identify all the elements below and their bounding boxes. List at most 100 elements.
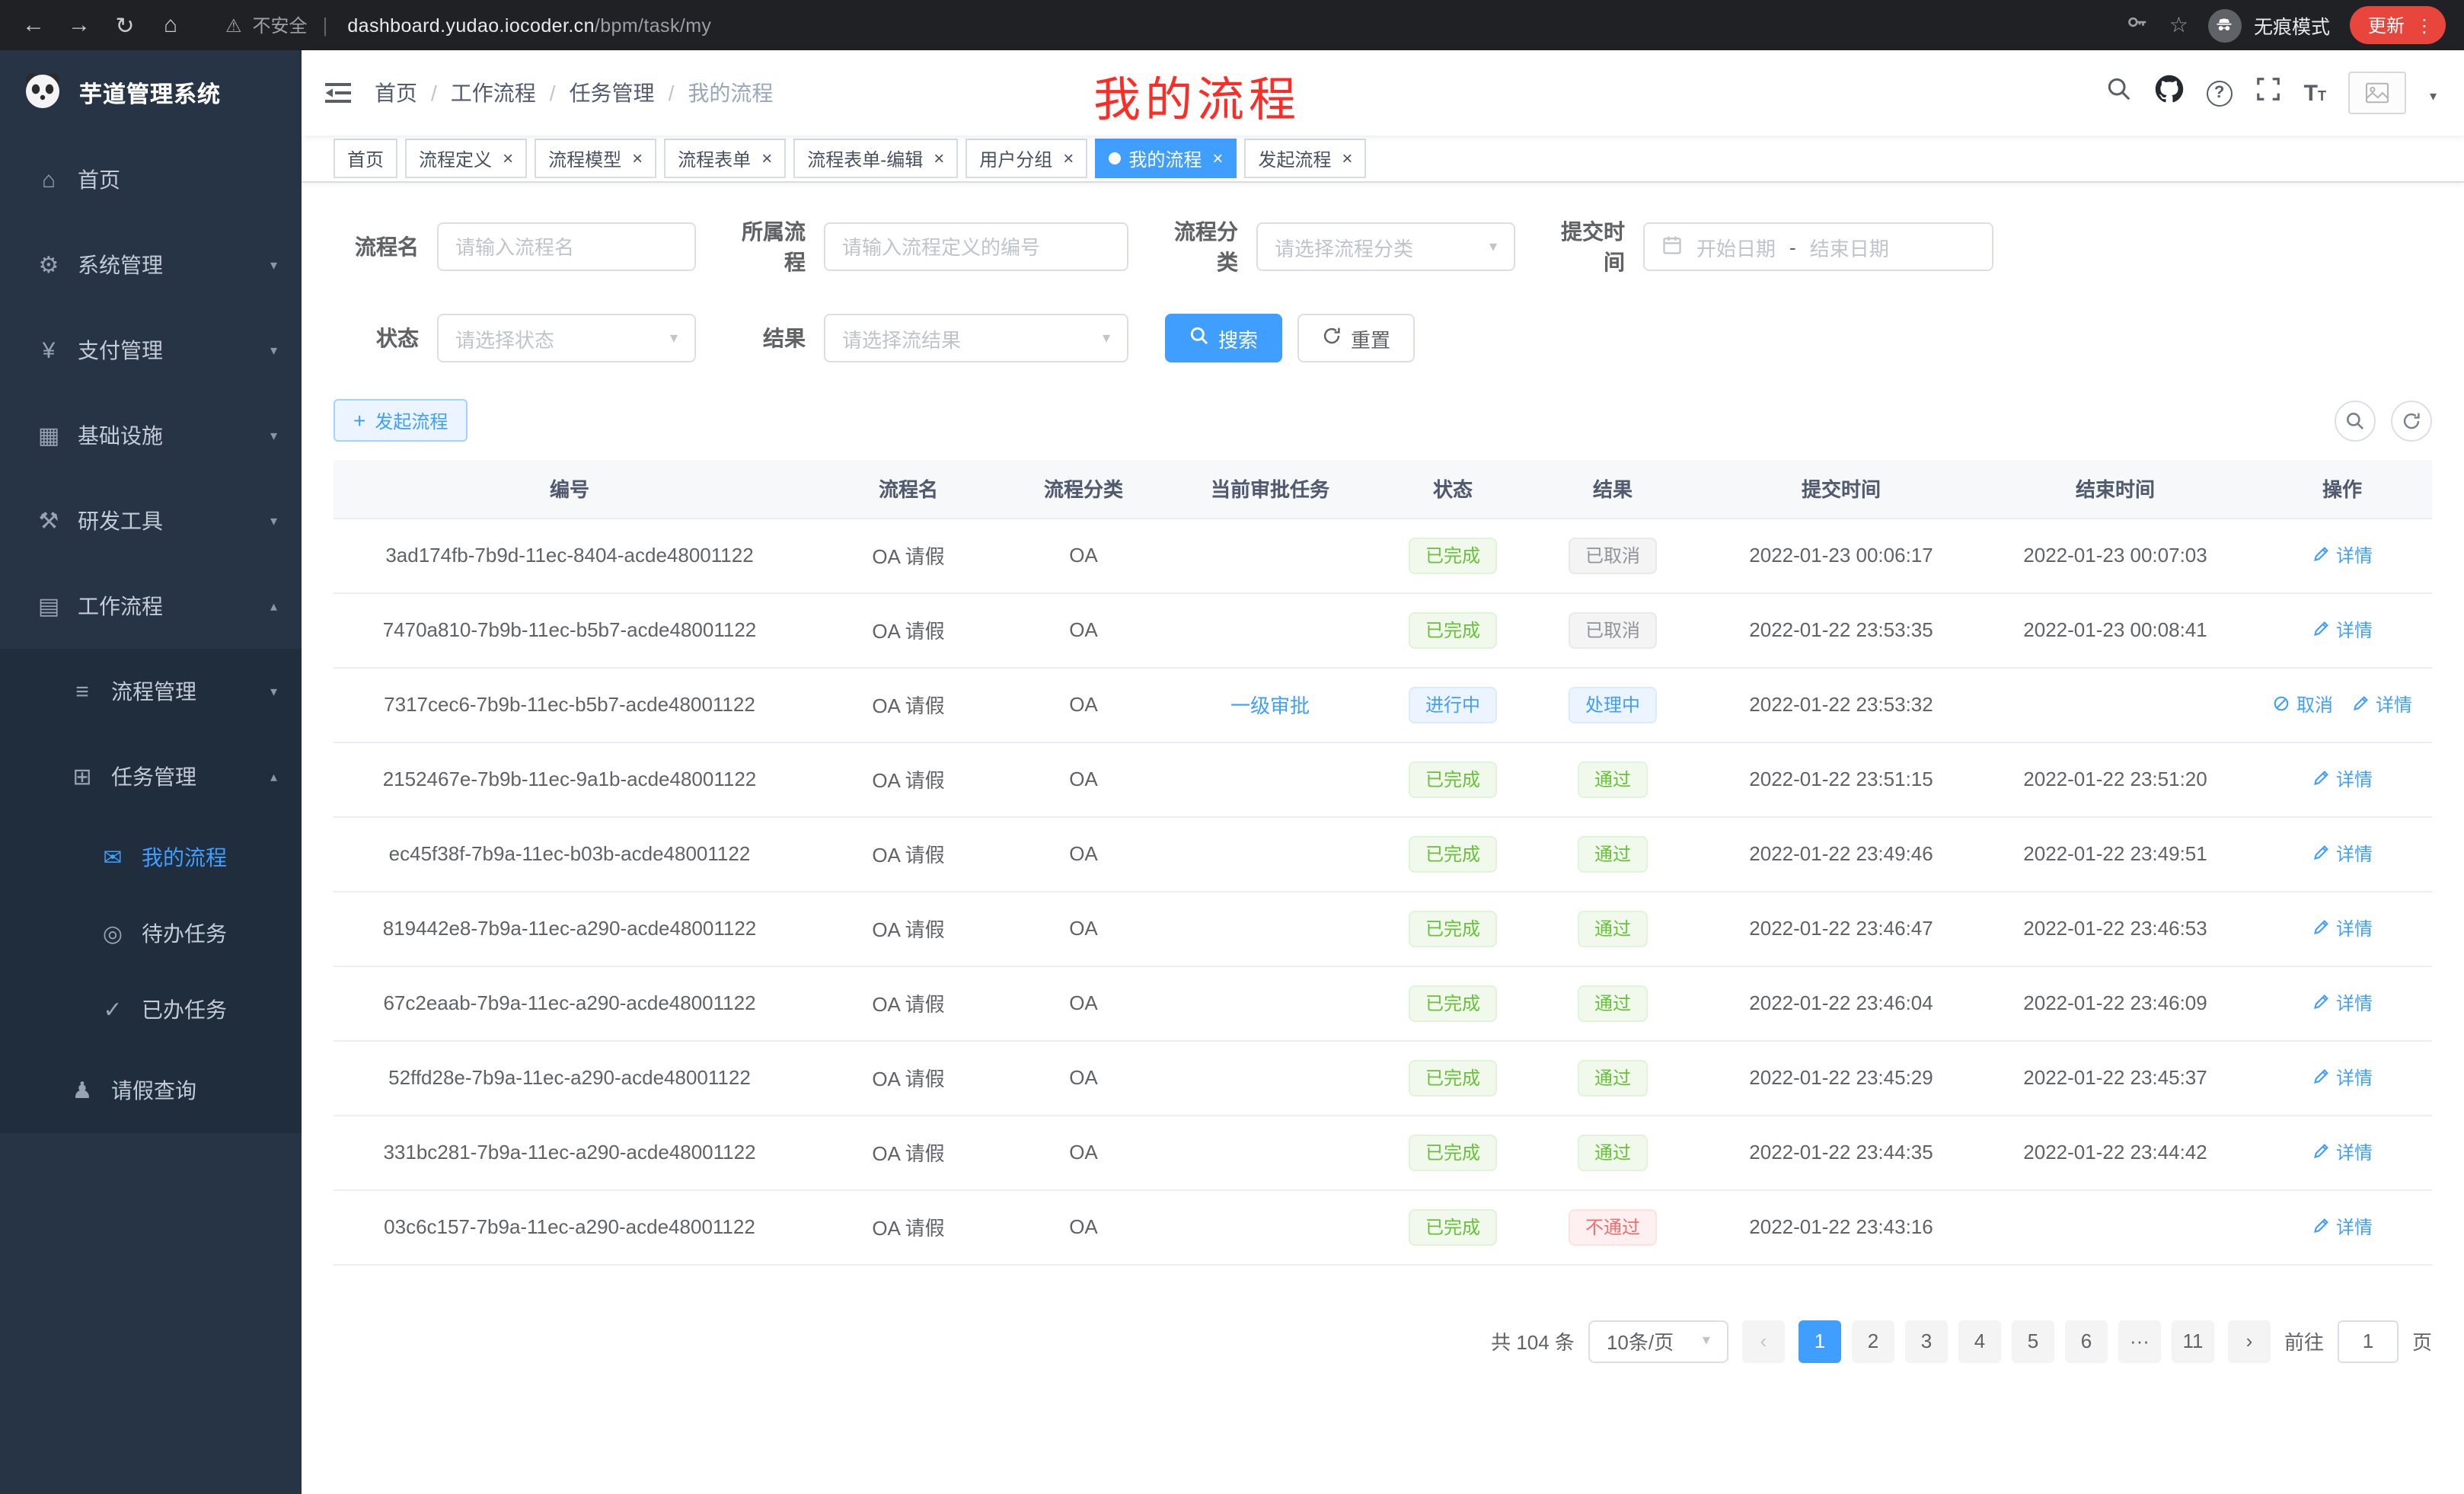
help-icon[interactable]: ?: [2207, 80, 2233, 106]
submit-time-range-picker[interactable]: 开始日期 - 结束日期: [1643, 222, 1993, 271]
sidebar-item-my-process[interactable]: ✉我的流程: [0, 819, 302, 895]
breadcrumb-item[interactable]: 任务管理: [570, 78, 655, 108]
status-select[interactable]: 请选择状态 ▾: [437, 314, 696, 362]
update-button[interactable]: 更新 ⋮: [2350, 6, 2446, 44]
refresh-table-icon[interactable]: [2391, 400, 2432, 441]
process-name-cell: OA 请假: [806, 966, 1011, 1040]
tab-close-icon[interactable]: ×: [934, 149, 944, 168]
tab-close-icon[interactable]: ×: [632, 149, 643, 168]
page-ellipsis[interactable]: ···: [2118, 1320, 2161, 1362]
result-badge: 通过: [1578, 1134, 1648, 1170]
goto-page-input[interactable]: [2338, 1320, 2399, 1362]
breadcrumb-item[interactable]: 首页: [375, 78, 417, 108]
prev-page-button[interactable]: ‹: [1742, 1320, 1785, 1362]
collapse-sidebar-icon[interactable]: [323, 78, 353, 108]
actions-cell: 详情: [2252, 966, 2432, 1040]
reset-button[interactable]: 重置: [1297, 314, 1415, 362]
detail-action-link[interactable]: 详情: [2312, 542, 2373, 568]
process-category-select[interactable]: 请选择流程分类 ▾: [1256, 222, 1515, 271]
tab-process-form[interactable]: 流程表单×: [664, 139, 786, 178]
process-id-cell: 52ffd28e-7b9a-11ec-a290-acde48001122: [334, 1040, 806, 1115]
sidebar-item-workflow[interactable]: ▤工作流程▴: [0, 563, 302, 649]
detail-action-link[interactable]: 详情: [2312, 990, 2373, 1016]
tab-close-icon[interactable]: ×: [761, 149, 772, 168]
tab-close-icon[interactable]: ×: [1212, 149, 1223, 168]
security-label: 不安全: [253, 12, 308, 38]
site-security-info[interactable]: ⚠ 不安全 |: [225, 12, 332, 38]
process-definition-input[interactable]: [824, 222, 1128, 271]
process-name-cell: OA 请假: [806, 667, 1011, 742]
start-process-button[interactable]: + 发起流程: [334, 399, 468, 442]
sidebar-item-system-management[interactable]: ⚙系统管理▾: [0, 222, 302, 308]
sidebar-item-infrastructure[interactable]: ▦基础设施▾: [0, 393, 302, 478]
column-header: 提交时间: [1704, 460, 1978, 518]
tab-start-process[interactable]: 发起流程×: [1244, 139, 1366, 178]
sidebar-item-task-management[interactable]: ⊞任务管理▴: [0, 734, 302, 819]
browser-forward-icon[interactable]: →: [64, 12, 94, 38]
browser-back-icon[interactable]: ←: [18, 12, 49, 38]
page-button[interactable]: 5: [2012, 1320, 2054, 1362]
page-button[interactable]: 2: [1852, 1320, 1894, 1362]
page-button[interactable]: 11: [2172, 1320, 2214, 1362]
detail-action-link[interactable]: 详情: [2312, 1065, 2373, 1090]
key-icon[interactable]: [2127, 10, 2150, 40]
detail-action-link[interactable]: 详情: [2312, 915, 2373, 941]
detail-action-link[interactable]: 详情: [2312, 841, 2373, 867]
sidebar-item-process-management[interactable]: ≡流程管理▾: [0, 649, 302, 734]
breadcrumb-item[interactable]: 工作流程: [451, 78, 536, 108]
detail-action-link[interactable]: 详情: [2351, 691, 2412, 717]
breadcrumb-separator: /: [550, 81, 556, 105]
page-button[interactable]: 4: [1958, 1320, 2001, 1362]
search-icon[interactable]: [2106, 76, 2132, 110]
sidebar-item-leave-query[interactable]: ♟请假查询: [0, 1048, 302, 1133]
tab-close-icon[interactable]: ×: [1063, 149, 1074, 168]
sidebar-item-done-tasks[interactable]: ✓已办任务: [0, 972, 302, 1048]
chevron-down-icon[interactable]: ▾: [2430, 88, 2437, 105]
browser-home-icon[interactable]: ⌂: [155, 12, 186, 38]
page-button[interactable]: 6: [2065, 1320, 2108, 1362]
sidebar-item-dev-tools[interactable]: ⚒研发工具▾: [0, 478, 302, 563]
search-button[interactable]: 搜索: [1165, 314, 1282, 362]
github-icon[interactable]: [2155, 75, 2184, 111]
page-button[interactable]: 3: [1905, 1320, 1948, 1362]
browser-reload-icon[interactable]: ↻: [110, 11, 140, 39]
sidebar-item-label: 待办任务: [142, 918, 227, 949]
chevron-down-icon: ▾: [1489, 238, 1497, 255]
process-category-cell: OA: [1011, 966, 1156, 1040]
process-id-cell: 819442e8-7b9a-11ec-a290-acde48001122: [334, 891, 806, 966]
url-path: /bpm/task/my: [595, 14, 711, 36]
toggle-search-icon[interactable]: [2335, 400, 2376, 441]
sidebar-item-home[interactable]: ⌂首页: [0, 137, 302, 222]
tab-my-process[interactable]: 我的流程×: [1095, 139, 1237, 178]
tab-close-icon[interactable]: ×: [503, 149, 513, 168]
page-size-select[interactable]: 10条/页 ▾: [1588, 1320, 1728, 1362]
sidebar-item-todo-tasks[interactable]: ◎待办任务: [0, 895, 302, 972]
select-placeholder: 请选择流结果: [842, 324, 961, 353]
detail-action-link[interactable]: 详情: [2312, 1214, 2373, 1240]
detail-action-link[interactable]: 详情: [2312, 617, 2373, 643]
tab-home[interactable]: 首页: [334, 139, 397, 178]
detail-action-link[interactable]: 详情: [2312, 766, 2373, 792]
next-page-button[interactable]: ›: [2228, 1320, 2271, 1362]
browser-menu-icon[interactable]: ⋮: [2415, 16, 2434, 34]
address-bar[interactable]: dashboard.yudao.iocoder.cn/bpm/task/my: [347, 14, 711, 36]
cancel-action-link[interactable]: 取消: [2272, 691, 2333, 717]
avatar[interactable]: [2349, 72, 2407, 114]
status-badge: 已完成: [1409, 1208, 1497, 1245]
process-name-input[interactable]: [437, 222, 696, 271]
sidebar-item-payment-management[interactable]: ¥支付管理▾: [0, 308, 302, 393]
tab-user-group[interactable]: 用户分组×: [965, 139, 1087, 178]
process-category-cell: OA: [1011, 742, 1156, 816]
fullscreen-icon[interactable]: [2255, 76, 2281, 110]
end-date-placeholder: 结束日期: [1810, 232, 1889, 261]
detail-action-link[interactable]: 详情: [2312, 1139, 2373, 1165]
result-select[interactable]: 请选择流结果 ▾: [824, 314, 1128, 362]
tab-process-model[interactable]: 流程模型×: [535, 139, 656, 178]
bookmark-star-icon[interactable]: ☆: [2169, 12, 2188, 38]
font-size-icon[interactable]: TT: [2304, 81, 2326, 104]
current-task-link[interactable]: 一级审批: [1230, 694, 1310, 717]
page-button[interactable]: 1: [1799, 1320, 1841, 1362]
tab-process-form-edit[interactable]: 流程表单-编辑×: [793, 139, 958, 178]
tab-process-definition[interactable]: 流程定义×: [405, 139, 527, 178]
tab-close-icon[interactable]: ×: [1342, 149, 1352, 168]
